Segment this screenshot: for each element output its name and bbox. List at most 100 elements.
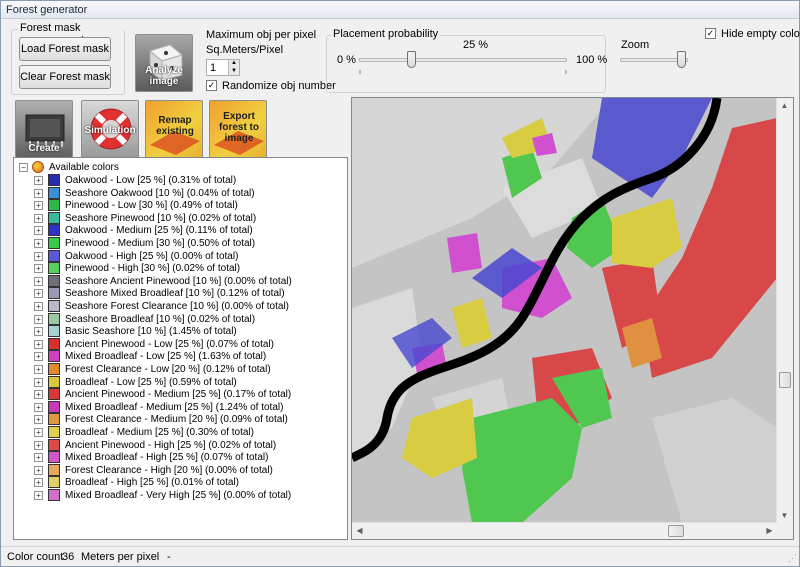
tree-item-label: Pinewood - High [30 %] (0.02% of total) — [65, 263, 241, 275]
tree-expand-toggle[interactable]: + — [34, 176, 43, 185]
forest-map-image[interactable] — [352, 98, 777, 523]
export-forest-label: Export forest to image — [219, 111, 259, 144]
map-vertical-scroll-thumb[interactable] — [779, 372, 791, 388]
tree-expand-toggle[interactable]: + — [34, 390, 43, 400]
color-swatch — [48, 262, 60, 275]
placement-slider-thumb[interactable] — [407, 51, 416, 68]
tree-item-label: Basic Seashore [10 %] (1.45% of total) — [65, 326, 237, 338]
tree-expand-toggle[interactable]: + — [34, 188, 43, 198]
tree-expand-toggle[interactable]: + — [34, 302, 43, 311]
title-bar: Forest generator — [1, 1, 799, 19]
hide-empty-label: Hide empty colors — [721, 28, 800, 40]
tree-item-label: Broadleaf - High [25 %] (0.01% of total) — [65, 477, 239, 489]
tree-item-label: Seashore Broadleaf [10 %] (0.02% of tota… — [65, 313, 256, 325]
scroll-left-arrow[interactable]: ◀ — [352, 523, 367, 538]
spinner-up-button[interactable]: ▲ — [228, 60, 239, 67]
color-swatch — [48, 174, 60, 186]
tree-expand-toggle[interactable]: + — [34, 213, 43, 223]
simulation-button[interactable]: Simulation — [81, 100, 139, 158]
tree-expand-toggle[interactable]: + — [34, 251, 43, 261]
tree-expand-toggle[interactable]: + — [34, 402, 43, 412]
placement-slider-track[interactable] — [359, 58, 567, 62]
tree-expand-toggle[interactable]: + — [34, 239, 43, 248]
tree-expand-toggle[interactable]: + — [34, 415, 43, 425]
randomize-checkbox[interactable]: ✓ — [206, 80, 217, 91]
hide-empty-checkbox[interactable]: ✓ — [705, 28, 716, 39]
export-forest-button[interactable]: Export forest to image — [209, 100, 267, 158]
simulation-label: Simulation — [84, 125, 136, 136]
tree-item-label: Seashore Pinewood [10 %] (0.02% of total… — [65, 212, 257, 224]
forest-generator-window: Forest generator Forest mask management … — [0, 0, 800, 567]
meters-per-pixel-value: - — [167, 551, 171, 563]
tree-expand-toggle[interactable]: + — [34, 226, 43, 236]
available-colors-tree[interactable]: − Available colors + Oakwood - Low [25 %]… — [13, 157, 348, 540]
tree-item-label: Seashore Ancient Pinewood [10 %] (0.00% … — [65, 275, 292, 287]
color-swatch — [48, 363, 60, 375]
tree-expand-toggle[interactable]: + — [34, 264, 43, 274]
tree-expand-toggle[interactable]: + — [34, 352, 43, 362]
load-forest-mask-button[interactable]: Load Forest mask — [19, 37, 111, 61]
color-swatch — [48, 400, 60, 413]
color-swatch — [48, 350, 60, 363]
color-swatch — [48, 300, 60, 312]
tree-expand-toggle[interactable]: + — [34, 377, 43, 387]
color-swatch — [48, 489, 60, 501]
remap-existing-button[interactable]: Remap existing — [145, 100, 203, 158]
zoom-label: Zoom — [621, 39, 650, 51]
scroll-up-arrow[interactable]: ▲ — [777, 98, 792, 113]
tree-expand-toggle[interactable]: + — [34, 453, 43, 463]
analyze-image-button[interactable]: Analyze image — [135, 34, 193, 92]
tree-item-label: Pinewood - Low [30 %] (0.49% of total) — [65, 200, 238, 212]
tree-item-label: Seashore Mixed Broadleaf [10 %] (0.12% o… — [65, 288, 285, 300]
map-vertical-scrollbar[interactable]: ▲ ▼ — [776, 98, 793, 523]
tree-expand-toggle[interactable]: + — [34, 465, 43, 475]
resize-grip[interactable]: ⋰ — [788, 553, 797, 564]
tree-item-label: Mixed Broadleaf - Very High [25 %] (0.00… — [65, 490, 292, 501]
tree-item-label: Pinewood - Medium [30 %] (0.50% of total… — [65, 238, 256, 249]
color-swatch — [48, 375, 60, 388]
obj-count-spinner[interactable]: 1 ▲ ▼ — [206, 59, 240, 76]
zoom-slider-thumb[interactable] — [677, 51, 687, 68]
color-swatch — [48, 199, 60, 212]
color-swatch — [48, 325, 60, 338]
tree-root-label: Available colors — [49, 162, 119, 173]
tree-expand-toggle[interactable]: + — [34, 327, 43, 337]
window-title: Forest generator — [6, 4, 88, 16]
color-swatch — [48, 388, 60, 401]
tree-item-label: Broadleaf - Medium [25 %] (0.30% of tota… — [65, 427, 254, 438]
tree-expand-toggle[interactable]: + — [34, 428, 43, 437]
color-swatch — [48, 249, 60, 262]
map-horizontal-scroll-thumb[interactable] — [668, 525, 684, 537]
color-swatch — [48, 237, 60, 249]
tree-expand-toggle[interactable]: + — [34, 289, 43, 299]
tree-expand-toggle[interactable]: + — [34, 276, 43, 286]
tree-expand-toggle[interactable]: + — [34, 339, 43, 349]
scroll-down-arrow[interactable]: ▼ — [777, 508, 792, 523]
status-bar: Color count 36 Meters per pixel - ⋰ — [1, 546, 799, 566]
color-swatch — [48, 337, 60, 350]
clear-forest-mask-button[interactable]: Clear Forest mask — [19, 65, 111, 89]
create-button[interactable]: Create — [15, 100, 73, 158]
tree-item-label: Ancient Pinewood - High [25 %] (0.02% of… — [65, 439, 277, 451]
color-count-label: Color count — [7, 551, 64, 563]
tree-root-collapse-toggle[interactable]: − — [19, 163, 28, 172]
placement-value-label: 25 % — [463, 39, 489, 51]
color-swatch — [48, 426, 60, 438]
tree-expand-toggle[interactable]: + — [34, 201, 43, 211]
spinner-down-button[interactable]: ▼ — [228, 67, 239, 75]
tree-expand-toggle[interactable]: + — [34, 314, 43, 324]
tree-expand-toggle[interactable]: + — [34, 365, 43, 374]
tree-item-label: Seashore Oakwood [10 %] (0.04% of total) — [65, 187, 255, 199]
forest-map-view[interactable]: ▲ ▼ ◀ ▶ — [351, 97, 794, 540]
color-swatch — [48, 224, 60, 237]
placement-max-label: 100 % — [576, 54, 608, 66]
color-swatch — [48, 463, 60, 476]
scroll-right-arrow[interactable]: ▶ — [762, 523, 777, 538]
map-horizontal-scrollbar[interactable]: ◀ ▶ — [352, 522, 777, 539]
tree-expand-toggle[interactable]: + — [34, 491, 43, 500]
tree-expand-toggle[interactable]: + — [34, 478, 43, 488]
tree-expand-toggle[interactable]: + — [34, 440, 43, 450]
color-swatch — [48, 312, 60, 325]
color-swatch — [48, 451, 60, 464]
color-swatch — [48, 211, 60, 224]
